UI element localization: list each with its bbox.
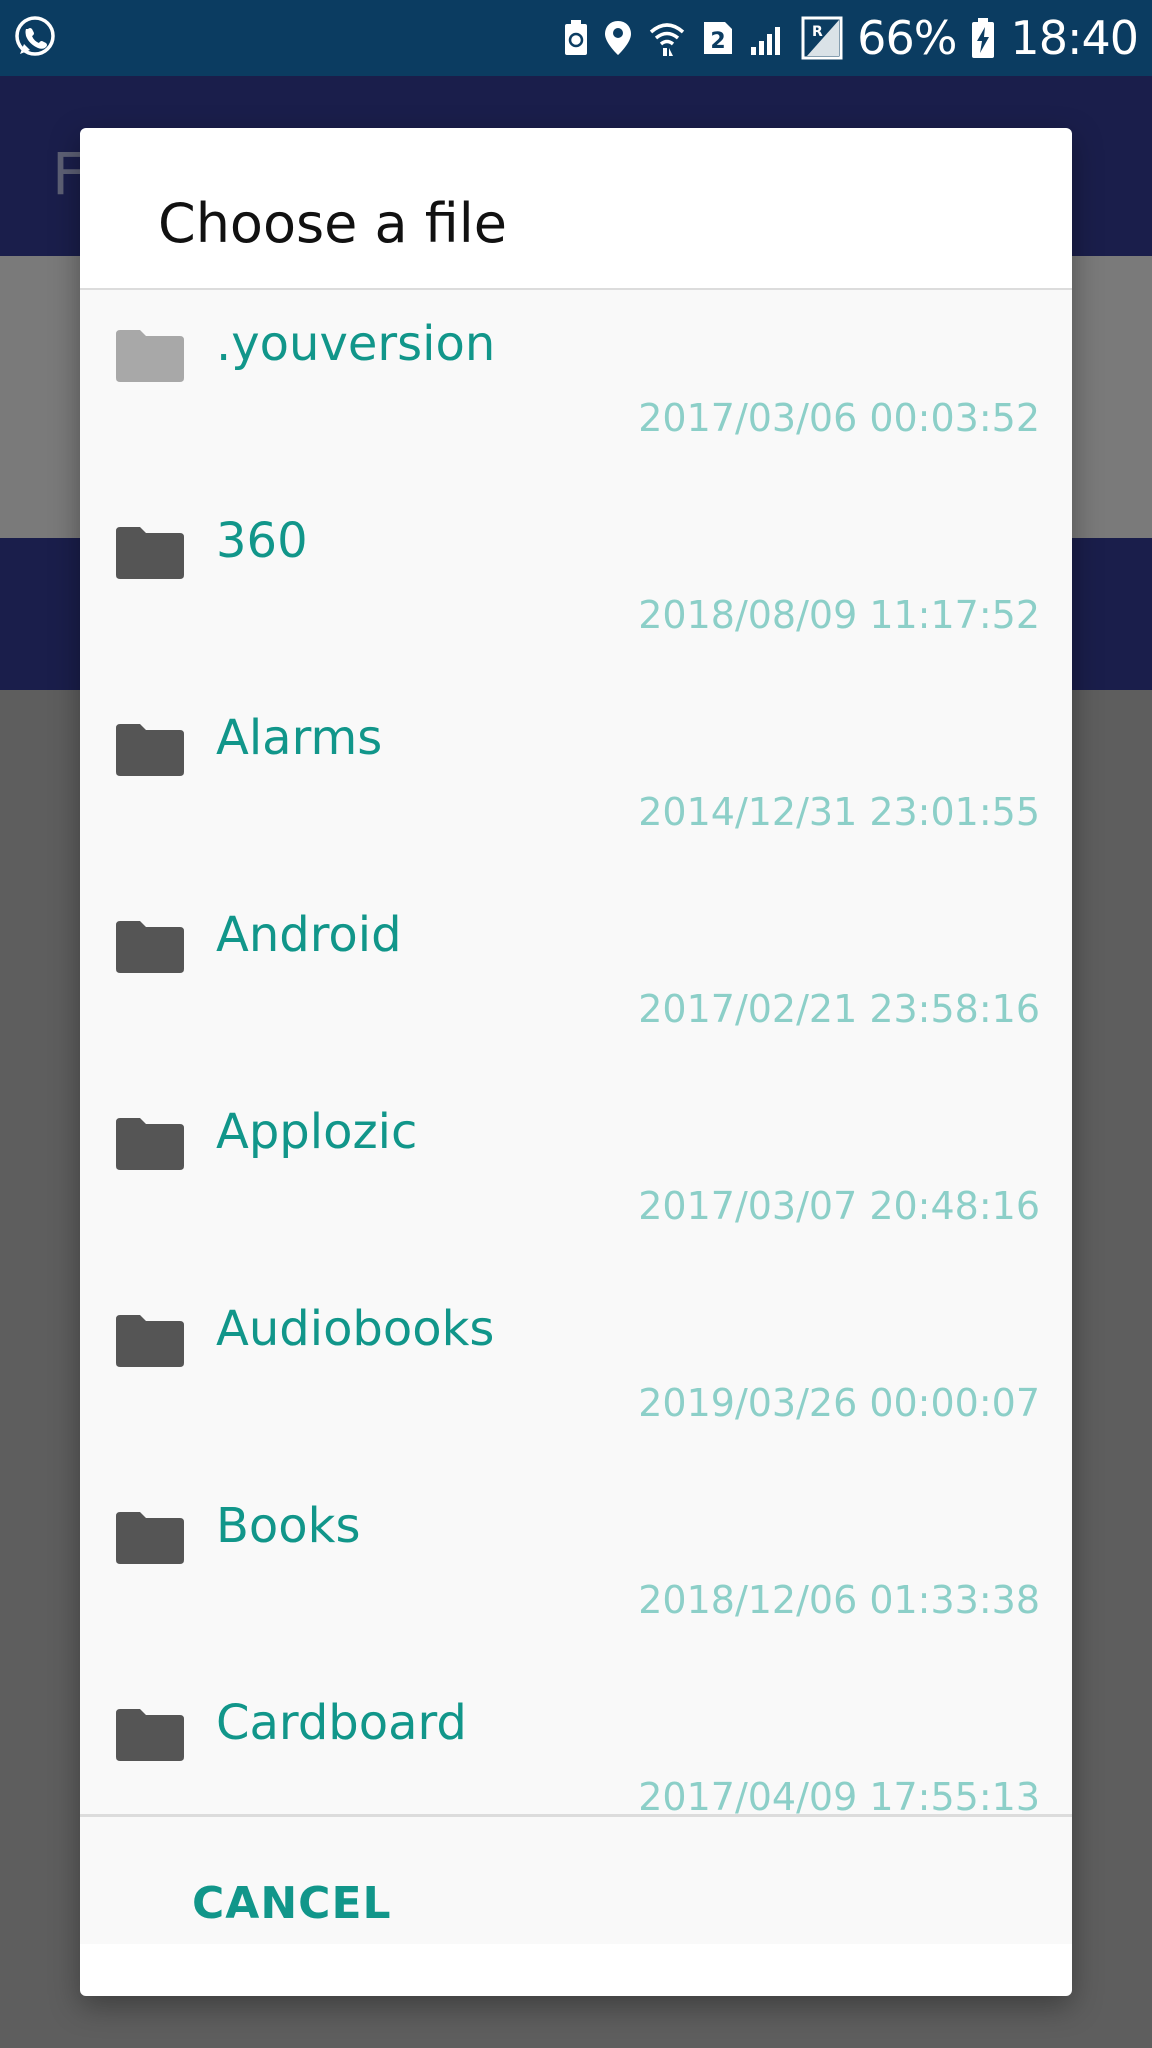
file-list-item[interactable]: Alarms 2014/12/31 23:01:55 [80, 684, 1072, 881]
file-list-item[interactable]: Cardboard 2017/04/09 17:55:13 [80, 1669, 1072, 1866]
file-name: Books [216, 1498, 361, 1554]
file-list-item[interactable]: Audiobooks 2019/03/26 00:00:07 [80, 1275, 1072, 1472]
folder-icon [116, 1512, 184, 1564]
choose-file-dialog: Choose a file .youversion 2017/03/06 00:0… [80, 128, 1072, 1996]
file-name: Alarms [216, 710, 383, 766]
file-name: .youversion [216, 316, 496, 372]
signal-icon [751, 27, 781, 55]
roaming-signal-icon: R [801, 16, 843, 60]
dialog-title: Choose a file [158, 192, 508, 255]
file-list-item[interactable]: Android 2017/02/21 23:58:16 [80, 881, 1072, 1078]
file-list[interactable]: .youversion 2017/03/06 00:03:52 360 2018/08… [80, 290, 1072, 1944]
file-modified-date: 2018/08/09 11:17:52 [638, 593, 1040, 637]
file-modified-date: 2014/12/31 23:01:55 [638, 790, 1040, 834]
sim-2-icon: 2 [704, 22, 733, 54]
file-list-item[interactable]: Applozic 2017/03/07 20:48:16 [80, 1078, 1072, 1275]
file-name: Applozic [216, 1104, 418, 1160]
file-list-item[interactable]: Books 2018/12/06 01:33:38 [80, 1472, 1072, 1669]
battery-percentage: 66% [857, 11, 957, 65]
file-modified-date: 2018/12/06 01:33:38 [638, 1578, 1040, 1622]
clock: 18:40 [1010, 11, 1139, 65]
battery-charging-icon [972, 18, 995, 58]
file-list-item[interactable]: 360 2018/08/09 11:17:52 [80, 487, 1072, 684]
folder-icon [116, 921, 184, 973]
file-name: Android [216, 907, 402, 963]
folder-icon [116, 527, 184, 579]
whatsapp-icon [15, 16, 55, 56]
folder-icon [116, 724, 184, 776]
battery-saver-icon [565, 20, 588, 55]
folder-icon [116, 330, 184, 382]
wifi-icon [650, 23, 685, 56]
file-name: Audiobooks [216, 1301, 495, 1357]
actions-divider [80, 1814, 1072, 1817]
file-modified-date: 2019/03/26 00:00:07 [638, 1381, 1040, 1425]
file-modified-date: 2017/04/09 17:55:13 [638, 1775, 1040, 1819]
file-modified-date: 2017/03/07 20:48:16 [638, 1184, 1040, 1228]
cancel-button[interactable]: CANCEL [162, 1872, 422, 1935]
folder-icon [116, 1709, 184, 1761]
file-modified-date: 2017/03/06 00:03:52 [638, 396, 1040, 440]
sim-slot-number: 2 [711, 29, 726, 54]
file-name: Cardboard [216, 1695, 467, 1751]
file-list-item[interactable]: .youversion 2017/03/06 00:03:52 [80, 290, 1072, 487]
svg-text:R: R [812, 24, 823, 40]
folder-icon [116, 1118, 184, 1170]
file-name: 360 [216, 513, 308, 569]
file-modified-date: 2017/02/21 23:58:16 [638, 987, 1040, 1031]
location-icon [605, 21, 632, 55]
folder-icon [116, 1315, 184, 1367]
status-bar: 2 R 66% 18:40 [0, 0, 1152, 76]
